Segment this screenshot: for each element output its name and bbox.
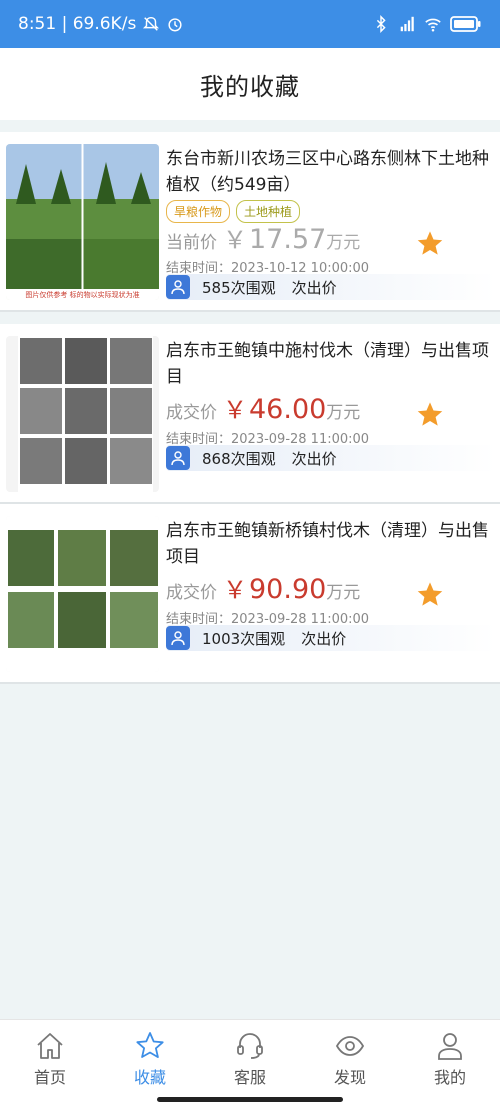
list-item[interactable]: 启东市王鲍镇新桥镇村伐木（清理）与出售项目 成交价 ￥ 90.90 万元 结束时…	[0, 504, 500, 684]
status-time: 8:51 | 69.6K/s	[18, 14, 137, 34]
price-row: 成交价 ￥ 46.00 万元	[166, 390, 360, 425]
alarm-icon	[168, 18, 182, 32]
star-icon[interactable]	[416, 229, 444, 257]
currency-symbol: ￥	[223, 396, 247, 424]
page-header: 我的收藏	[0, 48, 500, 120]
item-title: 启东市王鲍镇新桥镇村伐木（清理）与出售项目	[166, 521, 489, 567]
list-item[interactable]: 图片仅供参考 标的物以实际现状为准 东台市新川农场三区中心路东侧林下土地种植权（…	[0, 132, 500, 312]
views-bar: 868次围观 次出价	[166, 445, 496, 471]
price-unit: 万元	[326, 403, 361, 423]
price-label: 成交价	[166, 583, 217, 603]
tab-discover-label: 发现	[333, 1068, 366, 1087]
item-thumbnail	[6, 336, 159, 492]
bid-count: 次出价	[291, 278, 337, 297]
bluetooth-icon	[376, 15, 386, 33]
home-indicator	[157, 1097, 343, 1102]
currency-symbol: ￥	[223, 226, 247, 254]
price-value: 46.00	[249, 394, 327, 425]
bid-count: 次出价	[291, 449, 337, 468]
price-label: 当前价	[166, 233, 217, 253]
eye-icon	[335, 1036, 365, 1056]
wifi-icon	[425, 18, 441, 32]
signal-icon	[400, 16, 414, 32]
views-bar: 1003次围观 次出价	[166, 625, 496, 651]
price-unit: 万元	[326, 233, 361, 253]
star-icon[interactable]	[416, 400, 444, 428]
bid-count: 次出价	[301, 629, 347, 648]
page-title: 我的收藏	[200, 72, 300, 101]
price-value: 90.90	[249, 574, 327, 605]
forest-photo-image	[6, 144, 159, 300]
tab-mine[interactable]: 我的	[400, 1020, 500, 1111]
price-row: 成交价 ￥ 90.90 万元	[166, 570, 360, 605]
currency-symbol: ￥	[223, 576, 247, 604]
user-icon	[166, 446, 190, 470]
tab-home-label: 首页	[33, 1068, 66, 1087]
price-unit: 万元	[326, 583, 361, 603]
home-icon	[37, 1033, 63, 1059]
views-bar: 585次围观 次出价	[166, 274, 496, 300]
star-outline-icon	[136, 1032, 164, 1058]
tab-favorites-label: 收藏	[133, 1068, 166, 1087]
item-thumbnail	[6, 516, 159, 672]
bell-off-icon	[143, 16, 160, 31]
star-icon[interactable]	[416, 580, 444, 608]
price-row: 当前价 ￥ 17.57 万元	[166, 220, 360, 255]
tab-mine-label: 我的	[433, 1068, 466, 1087]
item-thumbnail: 图片仅供参考 标的物以实际现状为准	[6, 144, 159, 300]
forest-grid-image	[18, 336, 153, 492]
views-count: 1003次围观	[202, 629, 286, 648]
user-icon	[166, 626, 190, 650]
item-title: 启东市王鲍镇中施村伐木（清理）与出售项目	[166, 341, 489, 387]
battery-icon	[450, 16, 481, 32]
tab-service-label: 客服	[233, 1068, 266, 1087]
price-value: 17.57	[249, 224, 327, 255]
views-count: 585次围观	[202, 278, 276, 297]
forest-grid-image	[6, 516, 159, 672]
headset-icon	[237, 1033, 263, 1059]
list-item[interactable]: 启东市王鲍镇中施村伐木（清理）与出售项目 成交价 ￥ 46.00 万元 结束时间…	[0, 324, 500, 504]
status-bar: 8:51 | 69.6K/s	[0, 0, 500, 48]
favorites-list: 图片仅供参考 标的物以实际现状为准 东台市新川农场三区中心路东侧林下土地种植权（…	[0, 132, 500, 684]
price-label: 成交价	[166, 403, 217, 423]
tab-home[interactable]: 首页	[0, 1020, 100, 1111]
thumb-caption: 图片仅供参考 标的物以实际现状为准	[25, 291, 140, 299]
person-icon	[438, 1033, 462, 1060]
item-title: 东台市新川农场三区中心路东侧林下土地种植权（约549亩）	[166, 149, 489, 195]
user-icon	[166, 275, 190, 299]
views-count: 868次围观	[202, 449, 276, 468]
